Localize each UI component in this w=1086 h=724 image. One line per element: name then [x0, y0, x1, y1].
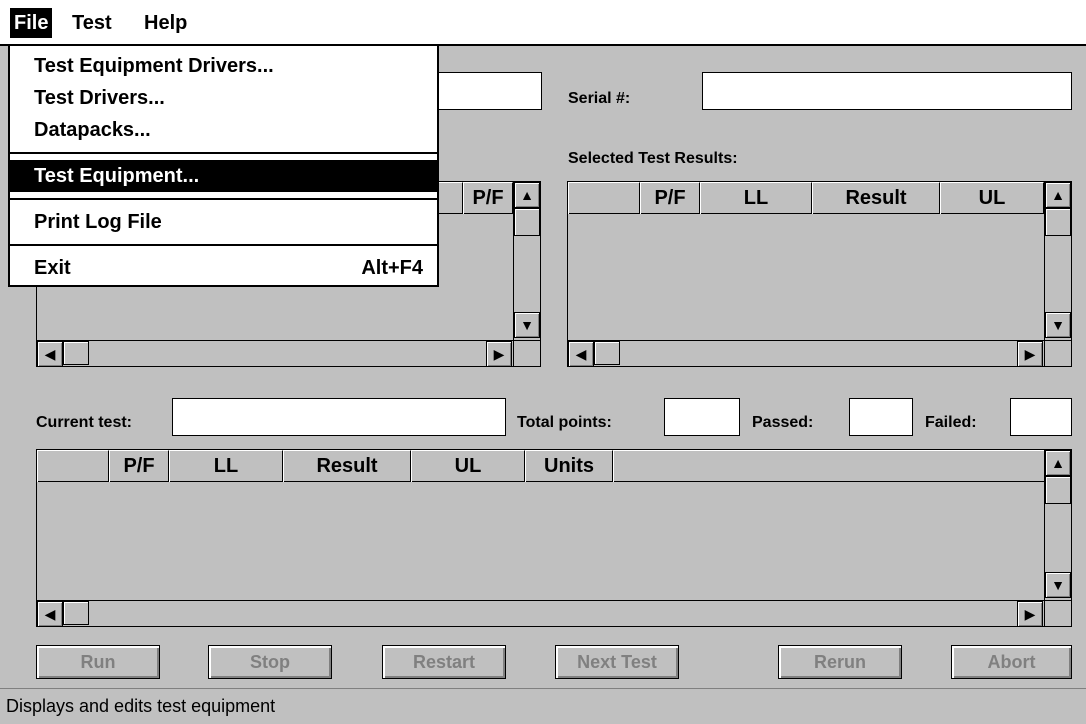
menu-item-test-drivers[interactable]: Test Drivers... [10, 82, 437, 114]
column-header-row[interactable] [37, 450, 109, 482]
horizontal-scrollbar[interactable]: ◀ ▶ [37, 600, 1044, 626]
column-header-result[interactable]: Result [812, 182, 940, 214]
arrow-down-icon[interactable]: ▼ [514, 312, 540, 338]
vertical-scrollbar[interactable]: ▲ ▼ [1044, 182, 1071, 340]
file-menu: Test Equipment Drivers... Test Drivers..… [8, 44, 439, 287]
arrow-down-icon[interactable]: ▼ [1045, 312, 1071, 338]
serial-field[interactable] [702, 72, 1072, 110]
menu-file[interactable]: File [10, 8, 53, 38]
grid-header: P/F LL Result UL Units [37, 450, 1044, 482]
stop-button[interactable]: Stop [208, 645, 332, 679]
grid-header: P/F LL Result UL [568, 182, 1044, 214]
scroll-thumb[interactable] [1045, 208, 1071, 236]
arrow-up-icon[interactable]: ▲ [1045, 182, 1071, 208]
abort-button[interactable]: Abort [951, 645, 1072, 679]
test-results-grid[interactable]: P/F LL Result UL Units ▲ ▼ ◀ ▶ [36, 449, 1072, 627]
current-test-label: Current test: [36, 414, 133, 431]
passed-label: Passed: [752, 414, 814, 431]
arrow-right-icon[interactable]: ▶ [486, 341, 512, 366]
column-header-pf[interactable]: P/F [640, 182, 700, 214]
menu-test[interactable]: Test [68, 8, 116, 38]
horizontal-scrollbar[interactable]: ◀ ▶ [37, 340, 513, 366]
menu-item-exit-accelerator: Alt+F4 [361, 257, 423, 279]
arrow-left-icon[interactable]: ◀ [568, 341, 594, 366]
failed-field[interactable] [1010, 398, 1072, 436]
arrow-left-icon[interactable]: ◀ [37, 341, 63, 366]
column-header-row[interactable] [568, 182, 640, 214]
run-button[interactable]: Run [36, 645, 160, 679]
column-header-result[interactable]: Result [283, 450, 411, 482]
total-points-field[interactable] [664, 398, 740, 436]
column-header-ul[interactable]: UL [411, 450, 525, 482]
menu-separator [10, 198, 437, 200]
failed-label: Failed: [925, 414, 977, 431]
arrow-right-icon[interactable]: ▶ [1017, 601, 1043, 626]
column-header-ll[interactable]: LL [169, 450, 283, 482]
serial-label: Serial #: [568, 90, 631, 107]
menu-item-test-equipment[interactable]: Test Equipment... [10, 160, 437, 192]
menu-item-test-equipment-drivers[interactable]: Test Equipment Drivers... [10, 50, 437, 82]
menu-item-exit[interactable]: Exit Alt+F4 [10, 252, 437, 284]
horizontal-scrollbar[interactable]: ◀ ▶ [568, 340, 1044, 366]
status-bar: Displays and edits test equipment [0, 688, 1086, 724]
menu-item-datapacks[interactable]: Datapacks... [10, 114, 437, 146]
menu-help[interactable]: Help [140, 8, 191, 38]
column-header-pf[interactable]: P/F [463, 182, 513, 214]
current-test-field[interactable] [172, 398, 506, 436]
arrow-up-icon[interactable]: ▲ [514, 182, 540, 208]
column-header-pf[interactable]: P/F [109, 450, 169, 482]
total-points-label: Total points: [517, 414, 612, 431]
scroll-corner [513, 340, 540, 366]
menu-item-print-log-file[interactable]: Print Log File [10, 206, 437, 238]
scroll-thumb[interactable] [63, 601, 89, 625]
menu-item-exit-label: Exit [34, 257, 71, 279]
next-test-button[interactable]: Next Test [555, 645, 679, 679]
rerun-button[interactable]: Rerun [778, 645, 902, 679]
scroll-corner [1044, 600, 1071, 626]
scroll-thumb[interactable] [514, 208, 540, 236]
passed-field[interactable] [849, 398, 913, 436]
arrow-down-icon[interactable]: ▼ [1045, 572, 1071, 598]
column-header-filler [613, 450, 1044, 482]
arrow-up-icon[interactable]: ▲ [1045, 450, 1071, 476]
arrow-left-icon[interactable]: ◀ [37, 601, 63, 626]
scroll-thumb[interactable] [1045, 476, 1071, 504]
column-header-ul[interactable]: UL [940, 182, 1044, 214]
column-header-ll[interactable]: LL [700, 182, 812, 214]
scroll-thumb[interactable] [594, 341, 620, 365]
scroll-corner [1044, 340, 1071, 366]
menu-bar: File Test Help [0, 0, 1086, 46]
column-header-units[interactable]: Units [525, 450, 613, 482]
menu-separator [10, 244, 437, 246]
arrow-right-icon[interactable]: ▶ [1017, 341, 1043, 366]
selected-results-label: Selected Test Results: [568, 150, 738, 167]
scroll-thumb[interactable] [63, 341, 89, 365]
selected-results-grid[interactable]: P/F LL Result UL ▲ ▼ ◀ ▶ [567, 181, 1072, 367]
vertical-scrollbar[interactable]: ▲ ▼ [1044, 450, 1071, 600]
restart-button[interactable]: Restart [382, 645, 506, 679]
vertical-scrollbar[interactable]: ▲ ▼ [513, 182, 540, 340]
menu-separator [10, 152, 437, 154]
